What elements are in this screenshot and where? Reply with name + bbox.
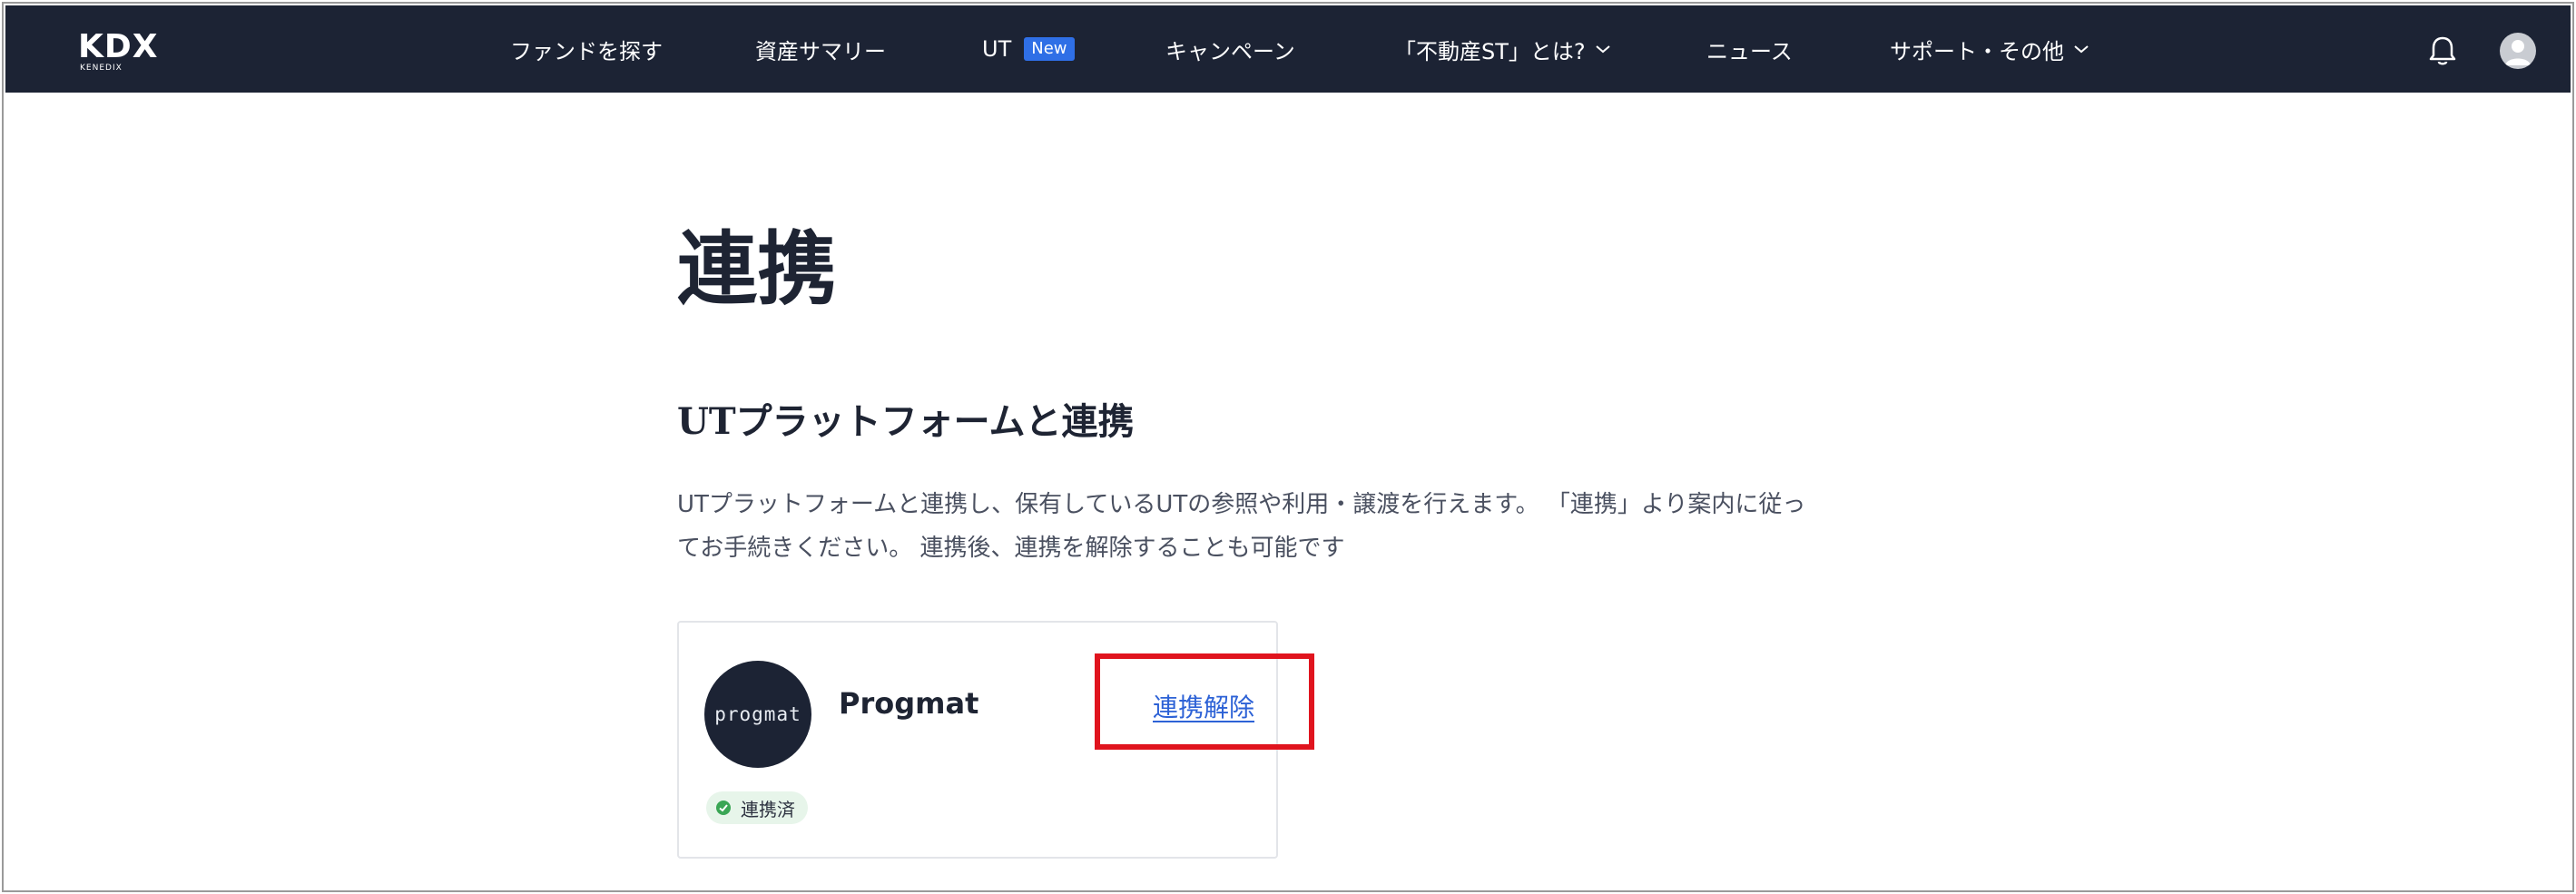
user-avatar-icon[interactable]: [2500, 33, 2536, 69]
nav-support-other[interactable]: サポート・その他: [1890, 5, 2089, 93]
progmat-logo: progmat: [704, 661, 811, 768]
highlight-annotation-box: [1095, 653, 1314, 750]
description-line: UTプラットフォームと連携し、保有しているUTの参照や利用・譲渡を行えます。 「…: [677, 491, 1806, 518]
nav-label: UT: [982, 36, 1012, 62]
nav-label: 「不動産ST」とは?: [1394, 38, 1586, 64]
nav-about-real-estate-st[interactable]: 「不動産ST」とは?: [1394, 5, 1611, 93]
chevron-down-icon: [1595, 44, 1611, 54]
page-title: 連携: [677, 221, 838, 316]
status-label: 連携済: [741, 798, 795, 820]
nav-news[interactable]: ニュース: [1706, 5, 1793, 93]
status-badge: 連携済: [706, 791, 808, 824]
description-line: てお手続きください。 連携後、連携を解除することも可能です: [677, 535, 1345, 562]
section-description: UTプラットフォームと連携し、保有しているUTの参照や利用・譲渡を行えます。 「…: [677, 483, 1921, 570]
nav-label: キャンペーン: [1165, 38, 1295, 64]
screenshot-frame: [2, 2, 2574, 892]
main-nav: ファンドを探す 資産サマリー UT New キャンペーン 「不動産ST」とは? …: [5, 5, 2571, 93]
nav-label: サポート・その他: [1890, 38, 2064, 64]
section-title: UTプラットフォームと連携: [677, 400, 1135, 443]
chevron-down-icon: [2073, 44, 2089, 54]
bell-icon[interactable]: [2427, 34, 2458, 67]
nav-label: 資産サマリー: [755, 38, 886, 64]
integration-name: Progmat: [839, 686, 979, 721]
nav-label: ファンドを探す: [510, 38, 663, 64]
nav-ut[interactable]: UT New: [982, 5, 1075, 93]
nav-find-funds[interactable]: ファンドを探す: [510, 5, 663, 93]
nav-campaign[interactable]: キャンペーン: [1165, 5, 1295, 93]
nav-label: ニュース: [1706, 38, 1793, 64]
new-badge: New: [1024, 37, 1075, 61]
top-navigation-bar: KDX KENEDIX ファンドを探す 資産サマリー UT New キャンペーン…: [5, 5, 2571, 93]
nav-asset-summary[interactable]: 資産サマリー: [755, 5, 886, 93]
check-circle-icon: [715, 800, 732, 816]
